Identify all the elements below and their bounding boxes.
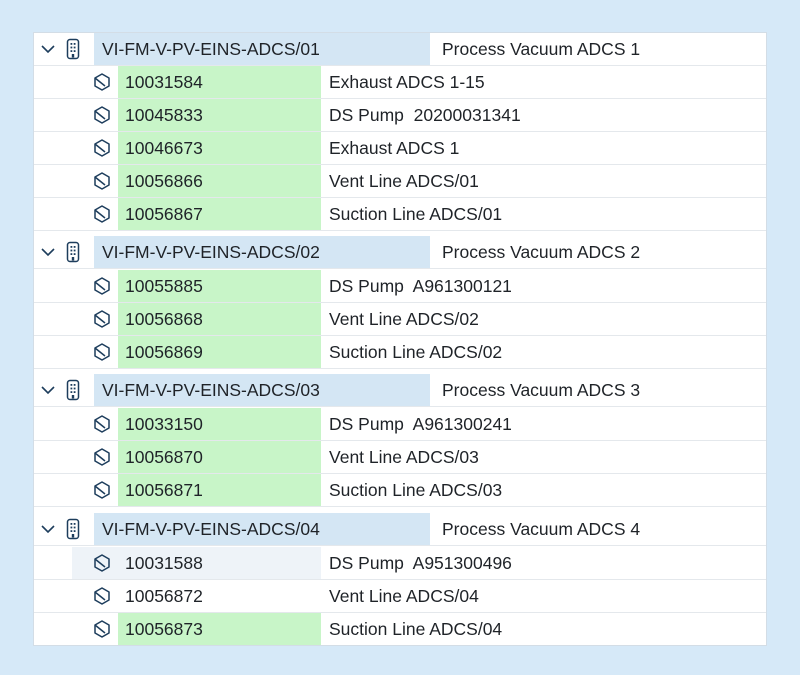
hexagon-box-icon xyxy=(94,448,110,466)
chevron-down-icon[interactable] xyxy=(40,245,56,259)
group-row[interactable]: VI-FM-V-PV-EINS-ADCS/01 Process Vacuum A… xyxy=(34,33,766,66)
hexagon-box-icon xyxy=(94,587,110,605)
item-description: Vent Line ADCS/04 xyxy=(329,586,479,606)
item-number: 10046673 xyxy=(125,138,203,158)
hexagon-box-icon xyxy=(94,620,110,638)
hexagon-box-icon xyxy=(94,554,110,572)
hexagon-box-icon xyxy=(94,343,110,361)
item-row[interactable]: 10056870 Vent Line ADCS/03 xyxy=(34,441,766,474)
item-row[interactable]: 10056867 Suction Line ADCS/01 xyxy=(34,198,766,231)
item-description: Vent Line ADCS/02 xyxy=(329,309,479,329)
group-description: Process Vacuum ADCS 4 xyxy=(442,519,641,539)
item-row[interactable]: 10056872 Vent Line ADCS/04 xyxy=(34,580,766,613)
group-id: VI-FM-V-PV-EINS-ADCS/02 xyxy=(102,242,320,262)
item-row[interactable]: 10033150 DS Pump A961300241 xyxy=(34,408,766,441)
building-icon xyxy=(66,38,80,60)
item-row[interactable]: 10055885 DS Pump A961300121 xyxy=(34,270,766,303)
item-description: DS Pump A951300496 xyxy=(329,553,512,573)
item-description: Exhaust ADCS 1-15 xyxy=(329,72,485,92)
chevron-down-icon[interactable] xyxy=(40,42,56,56)
group-id: VI-FM-V-PV-EINS-ADCS/01 xyxy=(102,39,320,59)
item-number: 10031588 xyxy=(125,553,203,573)
hexagon-box-icon xyxy=(94,415,110,433)
item-number: 10045833 xyxy=(125,105,203,125)
hexagon-box-icon xyxy=(94,73,110,91)
building-icon xyxy=(66,241,80,263)
item-row[interactable]: 10056868 Vent Line ADCS/02 xyxy=(34,303,766,336)
hexagon-box-icon xyxy=(94,310,110,328)
item-number: 10056868 xyxy=(125,309,203,329)
group-description: Process Vacuum ADCS 3 xyxy=(442,380,641,400)
item-number: 10056872 xyxy=(125,586,203,606)
group-id: VI-FM-V-PV-EINS-ADCS/04 xyxy=(102,519,320,539)
item-number: 10056869 xyxy=(125,342,203,362)
item-row[interactable]: 10056866 Vent Line ADCS/01 xyxy=(34,165,766,198)
hexagon-box-icon xyxy=(94,481,110,499)
item-number: 10056866 xyxy=(125,171,203,191)
item-description: Suction Line ADCS/01 xyxy=(329,204,503,224)
chevron-down-icon[interactable] xyxy=(40,383,56,397)
item-number: 10056870 xyxy=(125,447,203,467)
hexagon-box-icon xyxy=(94,205,110,223)
group-row[interactable]: VI-FM-V-PV-EINS-ADCS/04 Process Vacuum A… xyxy=(34,513,766,546)
group-row[interactable]: VI-FM-V-PV-EINS-ADCS/02 Process Vacuum A… xyxy=(34,236,766,269)
item-row[interactable]: 10031584 Exhaust ADCS 1-15 xyxy=(34,66,766,99)
item-number: 10033150 xyxy=(125,414,203,434)
item-description: Vent Line ADCS/01 xyxy=(329,171,479,191)
chevron-down-icon[interactable] xyxy=(40,522,56,536)
hexagon-box-icon xyxy=(94,139,110,157)
equipment-tree: VI-FM-V-PV-EINS-ADCS/01 Process Vacuum A… xyxy=(33,32,767,646)
item-description: Exhaust ADCS 1 xyxy=(329,138,460,158)
item-description: DS Pump A961300121 xyxy=(329,276,512,296)
item-number: 10055885 xyxy=(125,276,203,296)
group-description: Process Vacuum ADCS 2 xyxy=(442,242,641,262)
item-description: DS Pump A961300241 xyxy=(329,414,512,434)
hexagon-box-icon xyxy=(94,172,110,190)
item-row[interactable]: 10056873 Suction Line ADCS/04 xyxy=(34,613,766,646)
group-description: Process Vacuum ADCS 1 xyxy=(442,39,641,59)
item-description: Suction Line ADCS/04 xyxy=(329,619,503,639)
item-number: 10056867 xyxy=(125,204,203,224)
item-description: DS Pump 20200031341 xyxy=(329,105,521,125)
group-id: VI-FM-V-PV-EINS-ADCS/03 xyxy=(102,380,320,400)
item-number: 10031584 xyxy=(125,72,203,92)
item-description: Vent Line ADCS/03 xyxy=(329,447,479,467)
item-number: 10056873 xyxy=(125,619,203,639)
item-row-selected[interactable]: 10031588 DS Pump A951300496 xyxy=(34,547,766,580)
item-description: Suction Line ADCS/02 xyxy=(329,342,503,362)
item-row[interactable]: 10045833 DS Pump 20200031341 xyxy=(34,99,766,132)
item-number: 10056871 xyxy=(125,480,203,500)
hexagon-box-icon xyxy=(94,106,110,124)
item-row[interactable]: 10046673 Exhaust ADCS 1 xyxy=(34,132,766,165)
item-row[interactable]: 10056869 Suction Line ADCS/02 xyxy=(34,336,766,369)
group-row[interactable]: VI-FM-V-PV-EINS-ADCS/03 Process Vacuum A… xyxy=(34,374,766,407)
item-description: Suction Line ADCS/03 xyxy=(329,480,503,500)
hexagon-box-icon xyxy=(94,277,110,295)
building-icon xyxy=(66,379,80,401)
building-icon xyxy=(66,518,80,540)
item-row[interactable]: 10056871 Suction Line ADCS/03 xyxy=(34,474,766,507)
